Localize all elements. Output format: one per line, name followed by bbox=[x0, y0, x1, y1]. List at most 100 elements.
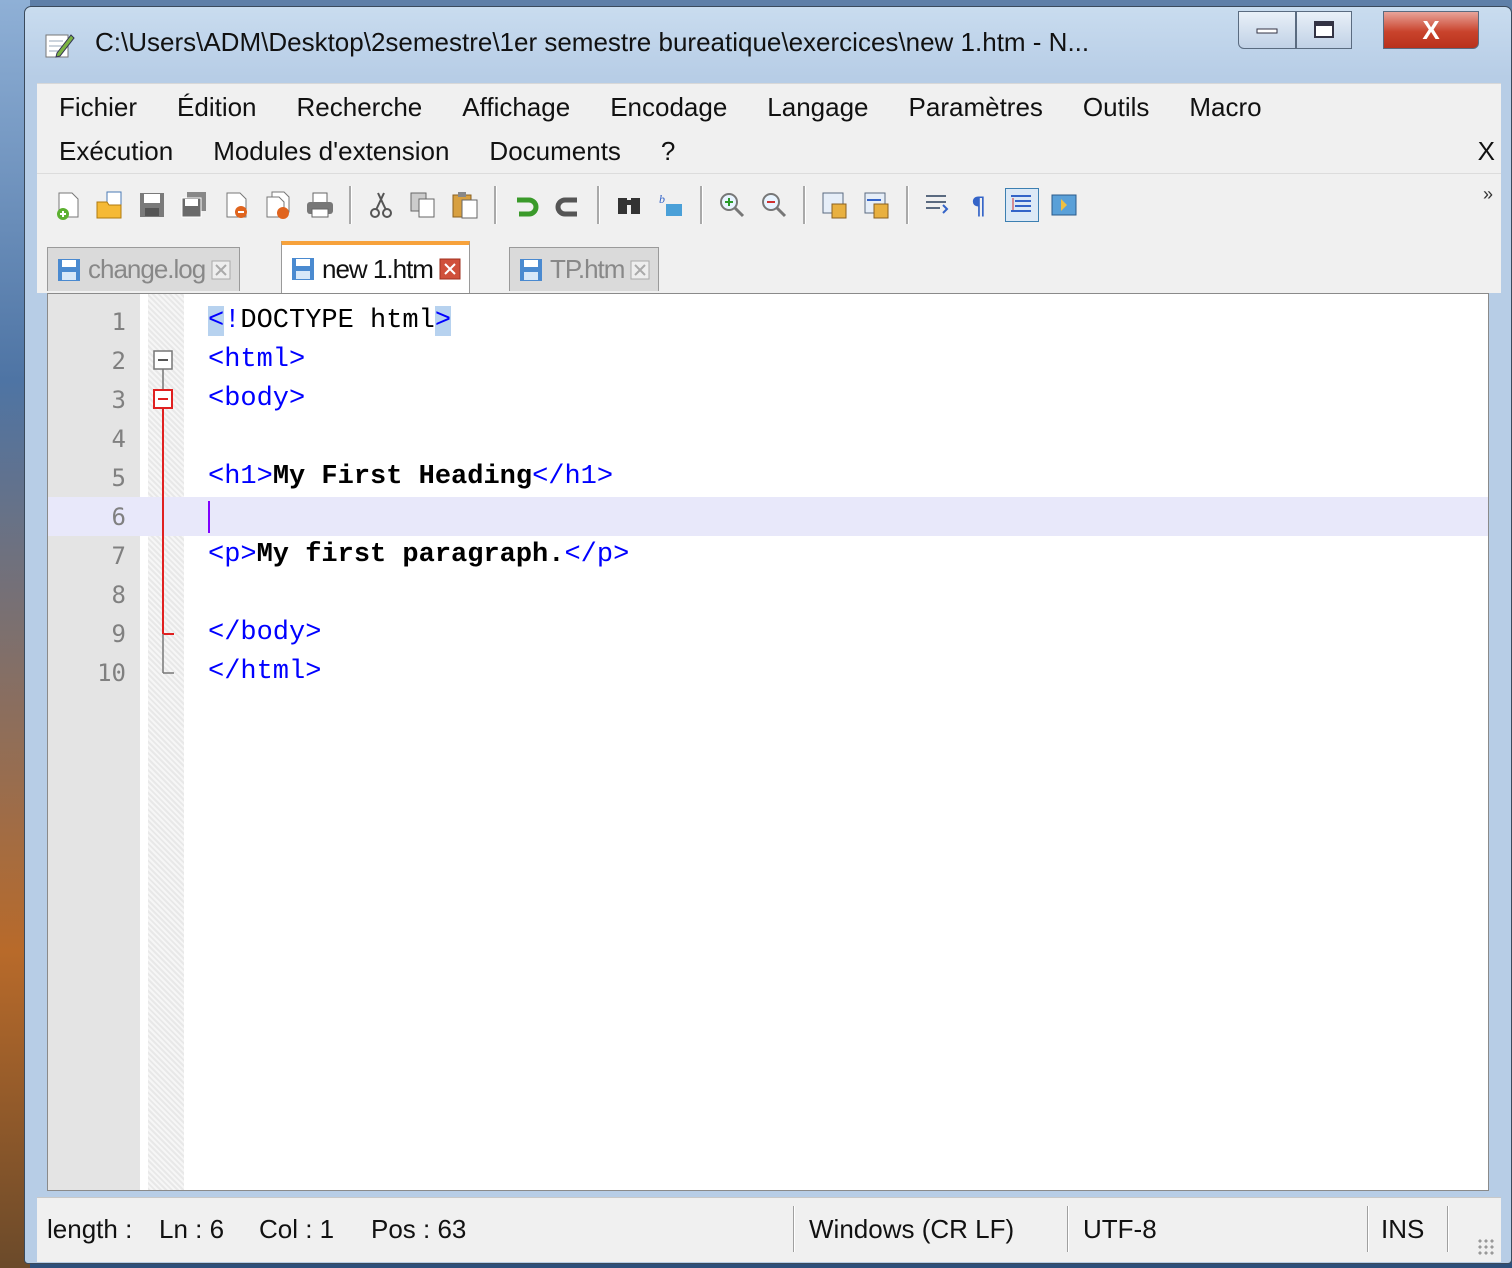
tab-label: change.log bbox=[88, 254, 206, 284]
maximize-button[interactable] bbox=[1296, 11, 1352, 49]
close-window-button[interactable]: X bbox=[1383, 11, 1479, 49]
toolbar-overflow-icon[interactable]: » bbox=[1483, 184, 1493, 205]
paste-icon bbox=[452, 191, 478, 218]
file-saved-icon bbox=[58, 258, 80, 281]
open-file-icon bbox=[96, 191, 122, 218]
h1-text: My First Heading bbox=[272, 462, 533, 492]
p-open-tag: <p> bbox=[208, 540, 257, 570]
user-language-button[interactable] bbox=[1047, 188, 1081, 222]
menu-edition[interactable]: Édition bbox=[155, 92, 275, 123]
code-line[interactable]: 1 <!DOCTYPE html> bbox=[48, 302, 1488, 341]
new-file-button[interactable] bbox=[51, 188, 85, 222]
menu-row-1: Fichier Édition Recherche Affichage Enco… bbox=[37, 86, 1280, 128]
print-button[interactable] bbox=[303, 188, 337, 222]
user-language-icon bbox=[1051, 194, 1077, 215]
indent-guide-button[interactable] bbox=[1005, 187, 1039, 222]
code-line[interactable]: 5 <h1>My First Heading</h1> bbox=[48, 458, 1488, 497]
h1-open-tag: <h1> bbox=[208, 462, 273, 492]
save-icon bbox=[140, 192, 164, 217]
sync-vertical-button[interactable] bbox=[818, 188, 852, 222]
word-wrap-icon bbox=[926, 194, 949, 214]
tab-close-icon[interactable] bbox=[439, 258, 461, 280]
tab-tp-htm[interactable]: TP.htm bbox=[509, 247, 660, 291]
close-document-button[interactable]: X bbox=[1478, 136, 1495, 167]
status-divider bbox=[1447, 1206, 1449, 1252]
toolbar-separator bbox=[494, 185, 497, 224]
code-text: <html> bbox=[208, 345, 306, 375]
fold-markers bbox=[153, 350, 174, 674]
menu-recherche[interactable]: Recherche bbox=[275, 92, 441, 123]
code-line[interactable]: 7 <p>My first paragraph.</p> bbox=[48, 536, 1488, 575]
doctype-open-bracket: < bbox=[208, 306, 225, 336]
print-icon bbox=[307, 192, 333, 217]
word-wrap-button[interactable] bbox=[921, 188, 955, 222]
fold-collapse-html-icon[interactable] bbox=[153, 350, 173, 370]
tab-bar: change.log new 1.htm TP.htm bbox=[37, 235, 1501, 293]
close-button[interactable] bbox=[219, 188, 253, 222]
sync-horizontal-button[interactable] bbox=[860, 188, 894, 222]
save-button[interactable] bbox=[135, 188, 169, 222]
tab-close-icon[interactable] bbox=[630, 260, 650, 280]
undo-button[interactable] bbox=[509, 188, 543, 222]
status-divider bbox=[793, 1206, 795, 1252]
toolbar-separator bbox=[803, 185, 806, 224]
menu-encodage[interactable]: Encodage bbox=[588, 92, 745, 123]
code-text: <h1>My First Heading</h1> bbox=[208, 462, 613, 492]
code-text: <!DOCTYPE html> bbox=[208, 306, 452, 336]
copy-button[interactable] bbox=[406, 188, 440, 222]
menu-macro[interactable]: Macro bbox=[1167, 92, 1279, 123]
code-line[interactable]: 9 </body> bbox=[48, 614, 1488, 653]
menu-outils[interactable]: Outils bbox=[1061, 92, 1167, 123]
maximize-icon bbox=[1314, 21, 1334, 38]
code-line[interactable]: 2 <html> bbox=[48, 341, 1488, 380]
code-line[interactable]: 8 bbox=[48, 575, 1488, 614]
tab-change-log[interactable]: change.log bbox=[47, 247, 241, 291]
menu-langage[interactable]: Langage bbox=[745, 92, 886, 123]
code-text: </body> bbox=[208, 618, 322, 648]
resize-grip-icon[interactable] bbox=[1477, 1238, 1495, 1256]
tab-new-1-htm[interactable]: new 1.htm bbox=[281, 241, 470, 293]
minimize-button[interactable] bbox=[1238, 11, 1296, 49]
code-editor[interactable]: 1 <!DOCTYPE html> 2 <html> 3 <body> 4 5 … bbox=[47, 293, 1489, 1191]
code-text: <body> bbox=[208, 384, 306, 414]
cut-button[interactable] bbox=[364, 188, 398, 222]
find-button[interactable] bbox=[612, 188, 646, 222]
zoom-out-button[interactable] bbox=[757, 188, 791, 222]
find-icon bbox=[618, 197, 640, 214]
redo-button[interactable] bbox=[551, 188, 585, 222]
sync-horizontal-icon bbox=[864, 192, 889, 218]
menu-documents[interactable]: Documents bbox=[467, 136, 639, 167]
svg-text:¶: ¶ bbox=[971, 192, 986, 220]
code-line[interactable]: 3 <body> bbox=[48, 380, 1488, 419]
paste-button[interactable] bbox=[448, 188, 482, 222]
menu-modules-extension[interactable]: Modules d'extension bbox=[191, 136, 467, 167]
doctype-bang: ! bbox=[224, 306, 241, 336]
doctype-text: DOCTYPE html bbox=[240, 306, 435, 336]
save-all-button[interactable] bbox=[177, 188, 211, 222]
tab-close-icon[interactable] bbox=[211, 260, 231, 280]
open-file-button[interactable] bbox=[93, 188, 127, 222]
current-code-line[interactable]: 6 bbox=[48, 497, 1488, 536]
show-all-characters-icon: ¶ bbox=[971, 192, 986, 220]
save-all-icon bbox=[181, 191, 206, 217]
code-line[interactable]: 4 bbox=[48, 419, 1488, 458]
tab-label: new 1.htm bbox=[322, 253, 434, 284]
replace-button[interactable]: b bbox=[654, 188, 688, 222]
cut-icon bbox=[370, 192, 392, 218]
indent-guide-icon bbox=[1011, 194, 1031, 212]
line-number: 9 bbox=[111, 620, 126, 648]
title-bar[interactable]: C:\Users\ADM\Desktop\2semestre\1er semes… bbox=[25, 7, 1511, 81]
zoom-in-icon bbox=[720, 192, 745, 217]
code-line[interactable]: 10 </html> bbox=[48, 653, 1488, 692]
fold-collapse-body-icon[interactable] bbox=[153, 389, 173, 409]
close-all-button[interactable] bbox=[261, 188, 295, 222]
zoom-in-button[interactable] bbox=[715, 188, 749, 222]
code-text: <p>My first paragraph.</p> bbox=[208, 540, 629, 570]
menu-help[interactable]: ? bbox=[639, 136, 693, 167]
show-all-characters-button[interactable]: ¶ bbox=[963, 188, 997, 222]
menu-affichage[interactable]: Affichage bbox=[440, 92, 588, 123]
menu-parametres[interactable]: Paramètres bbox=[887, 92, 1061, 123]
menu-fichier[interactable]: Fichier bbox=[37, 92, 155, 123]
menu-execution[interactable]: Exécution bbox=[37, 136, 191, 167]
toolbar: b ¶ » bbox=[37, 173, 1501, 235]
